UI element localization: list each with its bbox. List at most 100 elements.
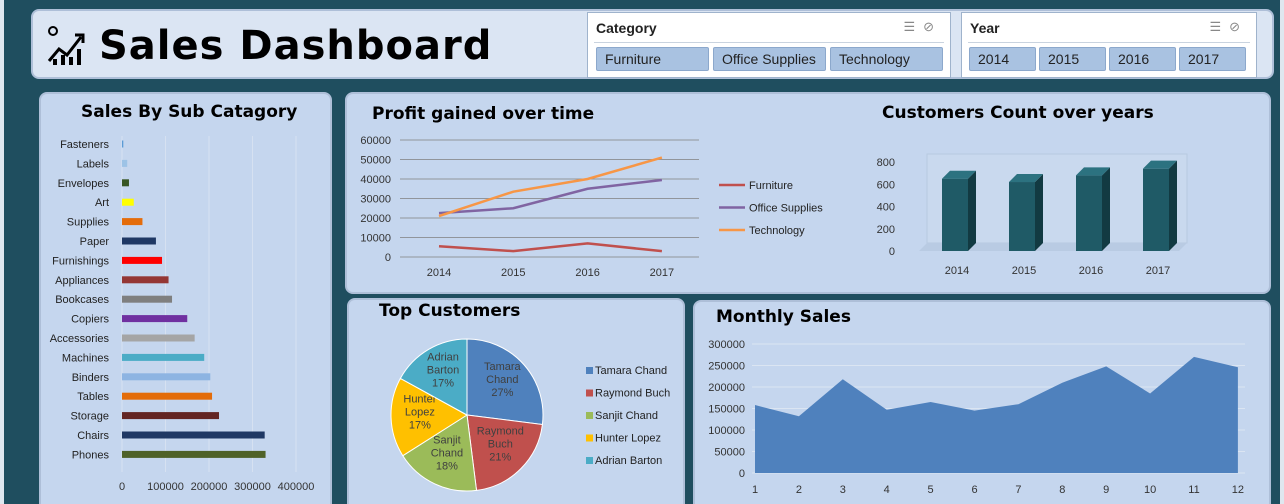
category-label: Supplies (67, 217, 110, 229)
slicer-multiselect-icon[interactable]: ☰⊘ (903, 19, 942, 35)
bar (122, 237, 156, 245)
bar-side (968, 170, 976, 251)
pie-data-label: 17% (409, 419, 431, 431)
slicer-item-2014[interactable]: 2014 (969, 47, 1036, 71)
slicer-item-furniture[interactable]: Furniture (596, 47, 709, 71)
slicer-item-2016[interactable]: 2016 (1109, 47, 1176, 71)
top-customers-pie-chart: TamaraChand27%RaymondBuch21%SanjitChand1… (390, 338, 670, 492)
sub-category-bar-chart: 0 100000 200000 300000 400000 Fasteners Labels… (50, 136, 314, 493)
pie-data-label: Buch (488, 438, 513, 450)
pie-data-label: Barton (427, 364, 459, 376)
bar (122, 392, 213, 400)
x-tick-label: 9 (1103, 484, 1109, 496)
bar (122, 334, 195, 342)
pie-data-label: 21% (489, 451, 511, 463)
y-tick-label: 800 (877, 157, 895, 169)
y-tick-label: 50000 (360, 155, 391, 167)
category-slicer[interactable]: Category ☰⊘ Furniture Office Supplies Te… (587, 12, 951, 78)
bar (122, 412, 220, 420)
legend-swatch (586, 367, 593, 374)
profit-line-chart: 60000 50000 40000 30000 20000 10000 0 2014 2015 2… (360, 135, 823, 279)
y-tick-label: 100000 (708, 425, 745, 437)
category-label: Binders (72, 372, 110, 384)
slicer-item-technology[interactable]: Technology (830, 47, 943, 71)
y-tick-label: 400 (877, 202, 895, 214)
bar (122, 353, 205, 361)
legend-swatch (586, 389, 593, 397)
bar (122, 198, 134, 206)
sheet-edge-left (0, 0, 4, 504)
slicer-item-office-supplies[interactable]: Office Supplies (713, 47, 826, 71)
legend-label: Adrian Barton (595, 455, 662, 467)
monthly-sales-area-chart: 3000002500002000001500001000005000001 2 3 4… (708, 339, 1245, 496)
y-tick-label: 30000 (360, 194, 391, 206)
pie-data-label: Raymond (477, 425, 524, 437)
x-tick-label: 2016 (1079, 265, 1103, 277)
pie-data-label: 27% (491, 387, 513, 399)
year-slicer-title: Year (970, 20, 1000, 36)
monthly-sales-title: Monthly Sales (716, 307, 851, 327)
bar (122, 295, 173, 303)
top-customers-panel: Top Customers Tamara Chand 27% Raymond Buch 2… (347, 298, 685, 504)
x-tick-label: 2015 (501, 267, 525, 279)
bar (122, 450, 266, 458)
slicer-item-2017[interactable]: 2017 (1179, 47, 1246, 71)
legend-label: Tamara Chand (595, 365, 667, 377)
legend-label: Technology (749, 225, 805, 237)
category-label: Paper (80, 236, 110, 248)
bar (122, 373, 211, 381)
y-tick-label: 200 (877, 224, 895, 236)
pie-data-label: 17% (432, 377, 454, 389)
x-tick-label: 2017 (650, 267, 674, 279)
x-tick-label: 10 (1144, 484, 1156, 496)
x-tick-label: 0 (119, 481, 125, 493)
sheet-edge-right (1280, 0, 1284, 504)
x-tick-label: 12 (1232, 484, 1244, 496)
category-label: Bookcases (55, 294, 109, 306)
area-series (755, 356, 1238, 473)
category-label: Phones (72, 449, 110, 461)
x-tick-label: 1 (752, 484, 758, 496)
category-label: Accessories (50, 333, 110, 345)
x-tick-label: 2014 (945, 265, 969, 277)
series-line (438, 156, 663, 218)
slicer-divider (594, 42, 944, 43)
bar-side (1035, 174, 1043, 251)
y-tick-label: 0 (385, 252, 391, 264)
x-tick-label: 2015 (1012, 265, 1036, 277)
legend-label: Office Supplies (749, 203, 823, 215)
bar (122, 276, 169, 284)
x-tick-label: 2016 (575, 267, 599, 279)
pie-data-label: Lopez (405, 406, 435, 418)
x-tick-label: 100000 (147, 481, 184, 493)
pie-data-label: 18% (436, 461, 458, 473)
legend-label: Raymond Buch (595, 388, 670, 400)
bar (1009, 182, 1035, 251)
category-label: Art (95, 197, 109, 209)
x-tick-label: 7 (1015, 484, 1021, 496)
series-line (438, 242, 663, 253)
bar (1076, 175, 1102, 251)
y-tick-label: 300000 (708, 339, 745, 351)
y-tick-label: 0 (739, 468, 745, 480)
x-tick-label: 3 (840, 484, 846, 496)
bar-side (1102, 167, 1110, 251)
y-tick-label: 600 (877, 179, 895, 191)
legend-label: Furniture (749, 180, 793, 192)
bar (122, 256, 163, 264)
legend-label: Sanjit Chand (595, 410, 658, 422)
x-tick-label: 2 (796, 484, 802, 496)
category-label: Labels (77, 158, 110, 170)
page-title: Sales Dashboard (99, 23, 493, 69)
y-tick-label: 50000 (714, 447, 745, 459)
bar (122, 431, 265, 439)
legend-swatch (586, 412, 593, 419)
monthly-sales-panel: Monthly Sales 300000 250000 200000 150000 10… (693, 300, 1271, 504)
year-slicer[interactable]: Year ☰⊘ 2014 2015 2016 2017 (961, 12, 1257, 78)
slicer-clear-filter-icon[interactable]: ☰⊘ (1209, 19, 1248, 35)
category-label: Furnishings (52, 255, 109, 267)
customers-count-title: Customers Count over years (882, 103, 1154, 123)
category-label: Envelopes (58, 178, 110, 190)
slicer-item-2015[interactable]: 2015 (1039, 47, 1106, 71)
sub-category-panel: Sales By Sub Catagory 0 100000 200000 30000… (39, 92, 332, 504)
